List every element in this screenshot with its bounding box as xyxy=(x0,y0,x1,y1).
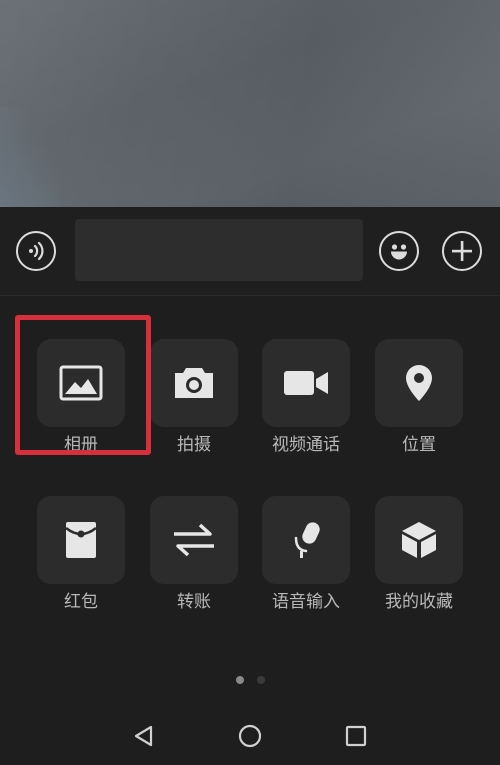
voice-input-tile[interactable] xyxy=(262,496,350,584)
transfer-tile[interactable] xyxy=(150,496,238,584)
chat-message-area xyxy=(0,0,500,207)
triangle-back-icon xyxy=(134,725,153,747)
video-call-tile[interactable] xyxy=(262,339,350,427)
location-item[interactable]: 位置 xyxy=(369,339,469,455)
location-tile[interactable] xyxy=(375,339,463,427)
page-dot[interactable] xyxy=(256,676,265,684)
transfer-arrows-icon xyxy=(174,523,214,557)
home-button[interactable] xyxy=(236,722,264,750)
red-packet-icon xyxy=(65,522,97,558)
circle-home-icon xyxy=(238,724,262,748)
red-packet-item[interactable]: 红包 xyxy=(31,496,131,612)
plus-icon xyxy=(452,241,472,261)
favorites-tile[interactable] xyxy=(375,496,463,584)
location-pin-icon xyxy=(406,365,432,401)
video-camera-icon xyxy=(284,371,328,395)
video-call-label: 视频通话 xyxy=(272,435,340,455)
voice-toggle-button[interactable] xyxy=(16,231,56,271)
album-item[interactable]: 相册 xyxy=(31,339,131,455)
microphone-icon xyxy=(294,522,320,558)
favorites-label: 我的收藏 xyxy=(385,592,453,612)
favorites-item[interactable]: 我的收藏 xyxy=(369,496,469,612)
transfer-label: 转账 xyxy=(177,592,211,612)
more-functions-panel: 相册 拍摄 视频通话 位置 红包 转账 语音输入 我的收藏 xyxy=(0,296,500,765)
emoji-button[interactable] xyxy=(379,231,419,271)
system-navigation-bar xyxy=(0,706,500,765)
voice-input-label: 语音输入 xyxy=(272,592,340,612)
message-input[interactable] xyxy=(75,219,363,281)
red-packet-label: 红包 xyxy=(64,592,98,612)
more-functions-button[interactable] xyxy=(442,231,482,271)
page-indicator xyxy=(0,676,500,684)
image-icon xyxy=(59,365,103,401)
camera-icon xyxy=(175,368,213,398)
square-recent-icon xyxy=(345,725,367,747)
location-label: 位置 xyxy=(402,435,436,455)
back-button[interactable] xyxy=(129,722,157,750)
page-dot-active[interactable] xyxy=(235,676,244,684)
recent-apps-button[interactable] xyxy=(342,722,370,750)
shoot-tile[interactable] xyxy=(150,339,238,427)
shoot-label: 拍摄 xyxy=(177,435,211,455)
shoot-item[interactable]: 拍摄 xyxy=(144,339,244,455)
smiley-icon xyxy=(391,244,407,260)
voice-wave-icon xyxy=(29,241,44,261)
voice-input-item[interactable]: 语音输入 xyxy=(256,496,356,612)
transfer-item[interactable]: 转账 xyxy=(144,496,244,612)
album-tile[interactable] xyxy=(37,339,125,427)
album-label: 相册 xyxy=(64,435,98,455)
chat-screen: 相册 拍摄 视频通话 位置 红包 转账 语音输入 我的收藏 xyxy=(0,0,500,765)
video-call-item[interactable]: 视频通话 xyxy=(256,339,356,455)
red-packet-tile[interactable] xyxy=(37,496,125,584)
cube-icon xyxy=(402,522,436,558)
input-bar xyxy=(0,207,500,296)
